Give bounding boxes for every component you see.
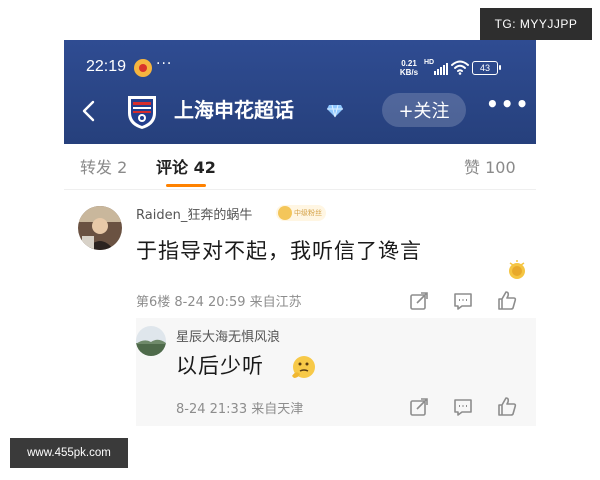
more-notifications-icon: ··· <box>156 56 173 72</box>
comment-meta: 第6楼 8-24 20:59 来自江苏 <box>136 295 302 310</box>
tab-bar: 转发 2 评论 42 赞 100 <box>64 144 536 190</box>
status-bar: 22:19 ··· 0.21 KB/s HD 43 <box>64 40 536 96</box>
phone-screen: 22:19 ··· 0.21 KB/s HD 43 上海申花超话 +关注 •••… <box>64 40 536 440</box>
comment-text: 于指导对不起，我听信了谗言 <box>136 239 422 263</box>
status-time: 22:19 <box>86 58 127 75</box>
tab-likes[interactable]: 赞 100 <box>464 154 516 178</box>
reply-text: 以后少听 <box>176 354 264 378</box>
reply-share-icon[interactable] <box>408 396 430 418</box>
hd-indicator: HD <box>424 59 435 66</box>
follow-button[interactable]: +关注 <box>382 93 466 127</box>
title-row: 上海申花超话 +关注 ••• <box>64 90 536 132</box>
shenhua-crest-icon <box>128 96 156 129</box>
telegram-watermark: TG: MYYJJPP <box>480 8 592 40</box>
comment-icon[interactable] <box>452 290 474 312</box>
battery-icon: 43 <box>472 61 501 75</box>
fan-level-badge: 中级粉丝 <box>276 205 326 221</box>
wifi-icon <box>451 60 469 75</box>
battery-level: 43 <box>479 63 490 73</box>
back-arrow-icon[interactable] <box>78 96 100 126</box>
share-icon[interactable] <box>408 290 430 312</box>
more-options-icon[interactable]: ••• <box>486 92 530 116</box>
reply-like-icon[interactable] <box>496 395 518 417</box>
tab-comments[interactable]: 评论 42 <box>156 154 216 178</box>
network-speed: 0.21 KB/s <box>396 59 422 77</box>
reply-meta: 8-24 21:33 来自天津 <box>176 402 304 417</box>
gold-medal-icon <box>509 260 525 279</box>
page-title: 上海申花超话 <box>174 98 294 122</box>
network-speed-unit: KB/s <box>399 68 419 77</box>
replier-avatar[interactable] <box>136 326 166 356</box>
weibo-notification-icon <box>134 59 152 77</box>
like-icon[interactable] <box>496 289 518 311</box>
active-tab-underline <box>166 184 206 187</box>
commenter-avatar[interactable] <box>78 206 122 250</box>
signal-icon <box>434 63 448 75</box>
site-watermark: www.455pk.com <box>10 438 128 468</box>
replier-username[interactable]: 星辰大海无惧风浪 <box>176 326 280 345</box>
diamond-icon <box>327 104 343 118</box>
header-bar: 22:19 ··· 0.21 KB/s HD 43 上海申花超话 +关注 ••• <box>64 40 536 144</box>
reply-comment-icon[interactable] <box>452 396 474 418</box>
commenter-username[interactable]: Raiden_狂奔的蜗牛 <box>136 204 252 223</box>
network-speed-value: 0.21 <box>401 59 417 68</box>
thinking-emoji-icon <box>292 356 315 378</box>
tab-reposts[interactable]: 转发 2 <box>80 154 127 178</box>
screenshot-stage: TG: MYYJJPP 22:19 ··· 0.21 KB/s HD 43 上海… <box>0 0 600 480</box>
